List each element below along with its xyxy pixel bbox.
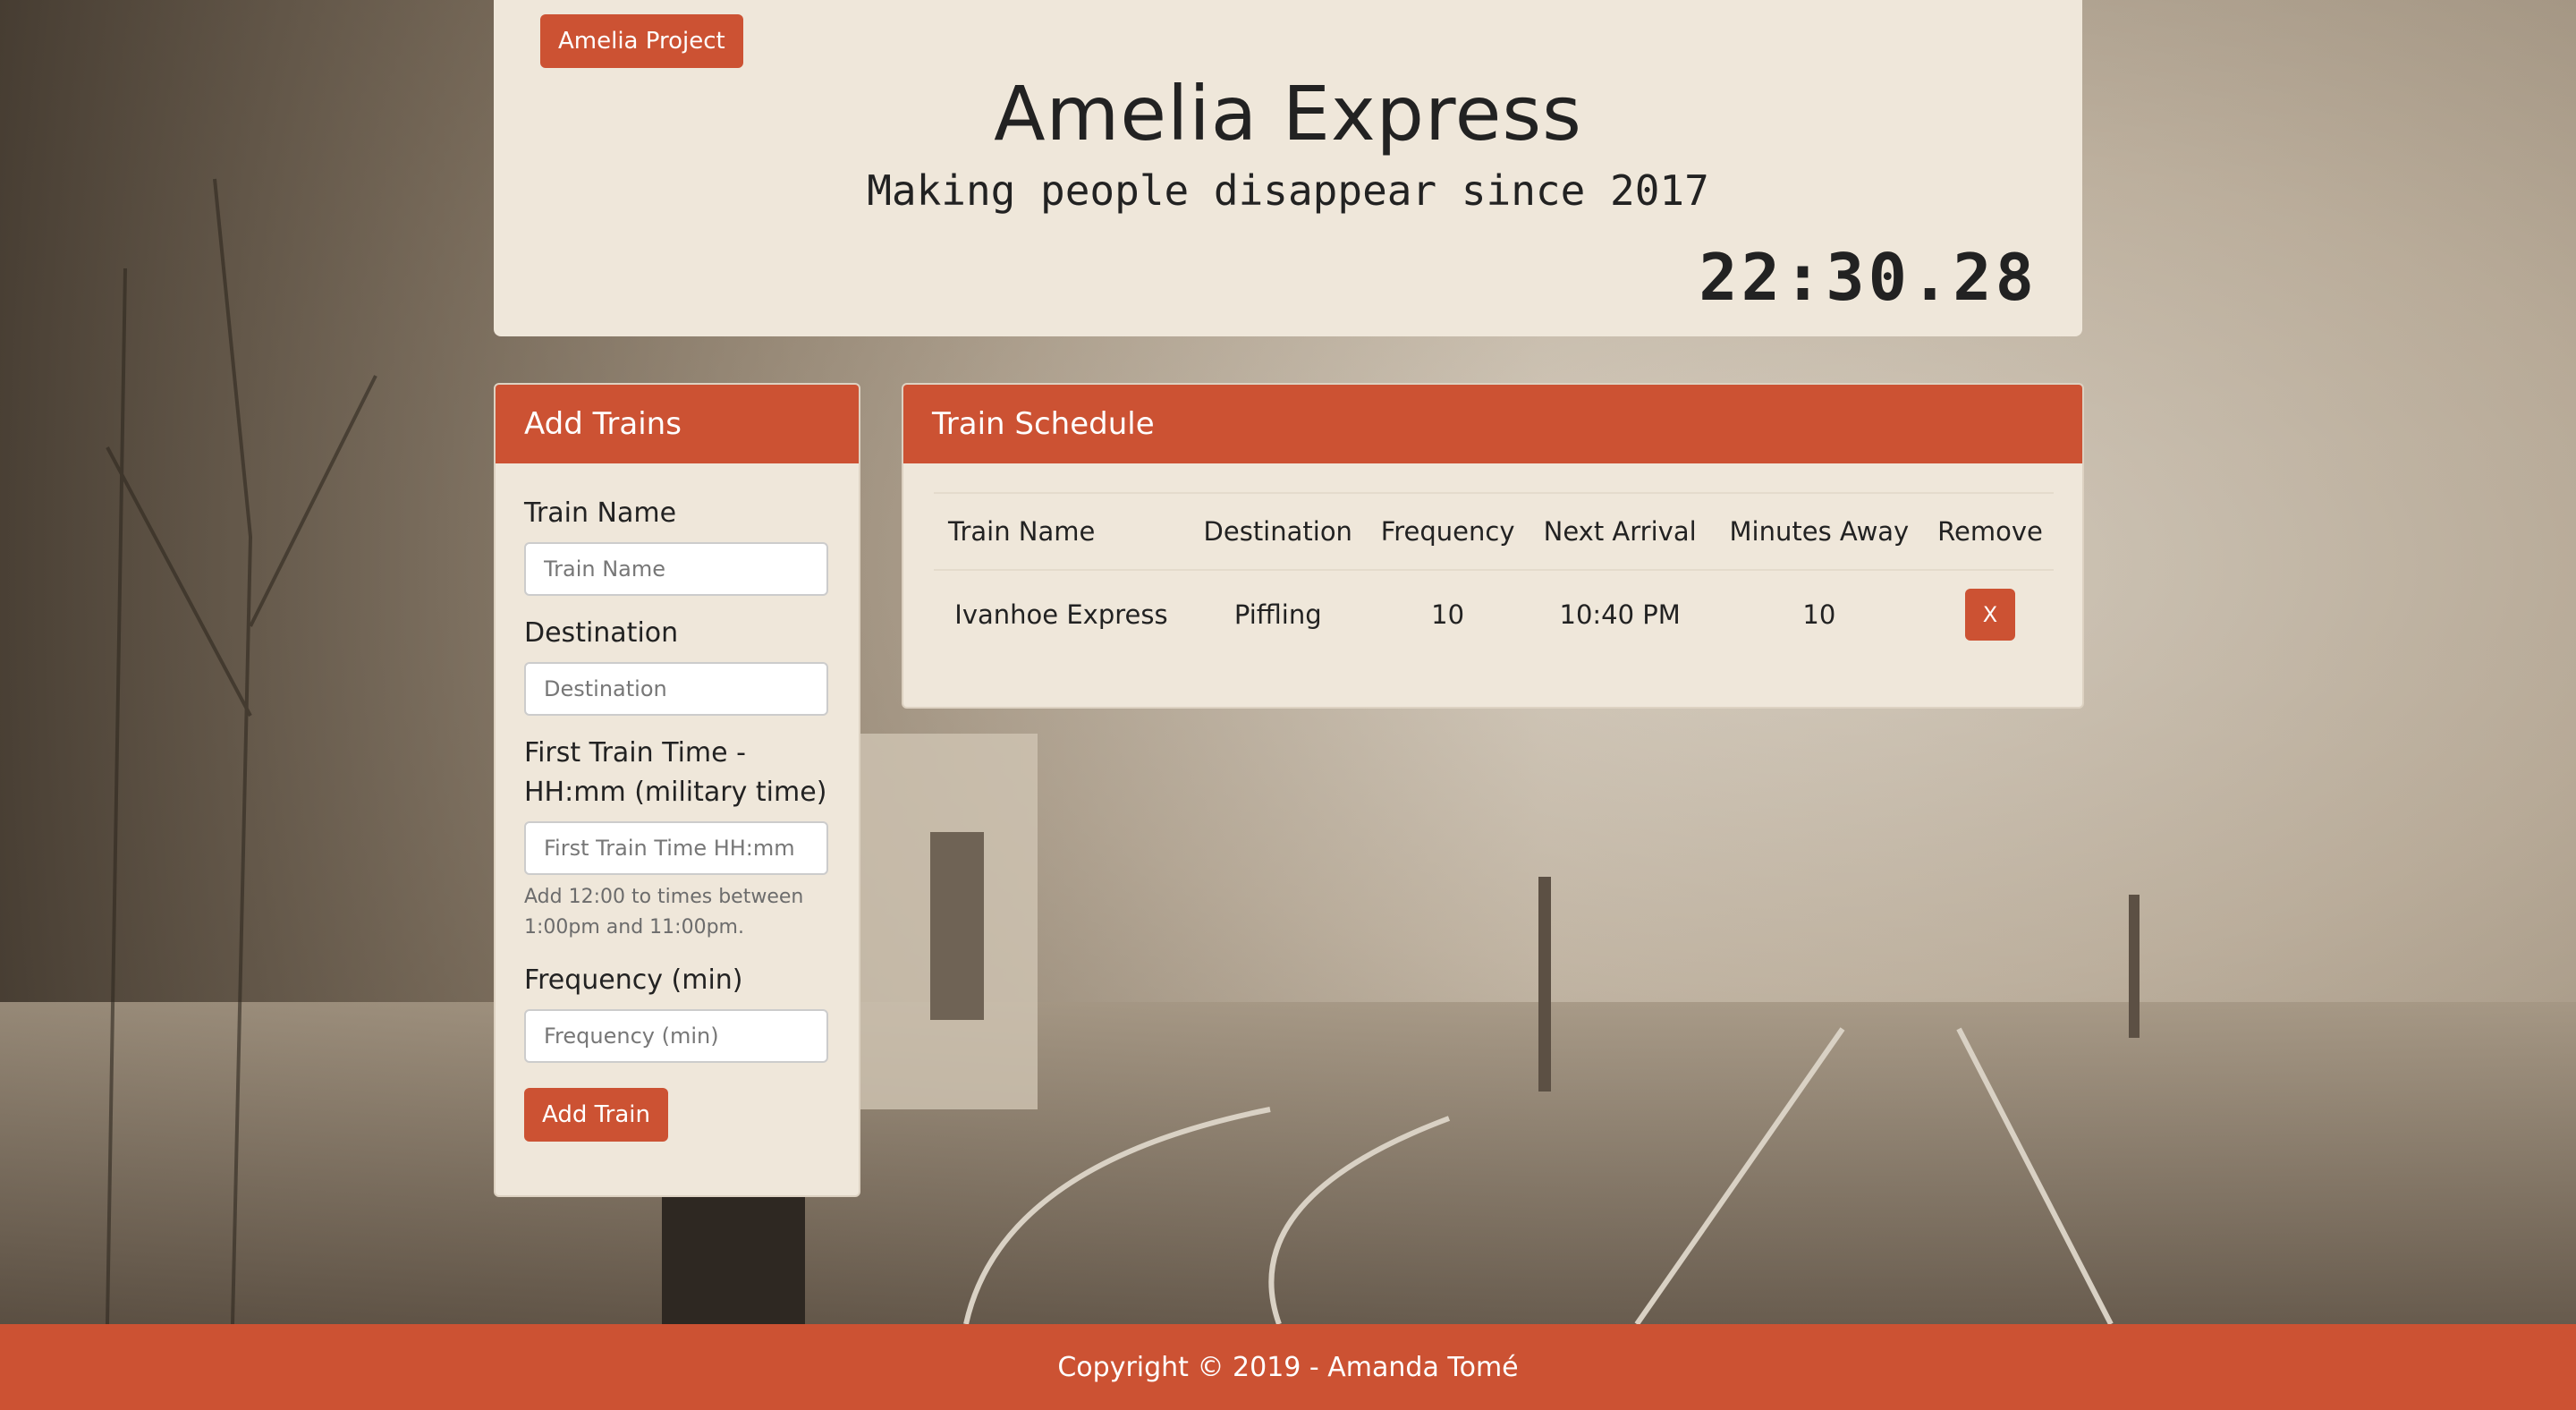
add-train-button[interactable]: Add Train [524, 1088, 668, 1142]
cell-next-arrival: 10:40 PM [1559, 599, 1681, 630]
first-train-time-hint: Add 12:00 to times between 1:00pm and 11… [524, 886, 804, 939]
add-train-form: Train Name Destination First Train Time … [496, 463, 859, 1142]
table-header-row: Train Name Destination Frequency Next Ar… [934, 492, 2054, 571]
cell-destination: Piffling [1233, 599, 1322, 630]
cell-remove: X [1927, 570, 2054, 658]
add-trains-panel: Add Trains Train Name Destination First … [494, 383, 860, 1197]
cell-minutes-away: 10 [1802, 599, 1836, 630]
column-header-remove: Remove [1927, 492, 2054, 571]
first-train-time-label: First Train Time - HH:mm (military time) [524, 737, 827, 808]
footer: Copyright © 2019 - Amanda Tomé [0, 1324, 2576, 1410]
page-title: Amelia Express [994, 70, 1582, 157]
train-schedule-heading: Train Schedule [903, 385, 2082, 463]
copyright-text: Copyright © 2019 - Amanda Tomé [1057, 1351, 1519, 1383]
destination-input[interactable] [524, 662, 828, 716]
digital-clock: 22:30.28 [1699, 240, 2038, 315]
column-header-minutes-away: Minutes Away [1711, 492, 1928, 571]
frequency-input[interactable] [524, 1009, 828, 1063]
cell-frequency: 10 [1431, 599, 1465, 630]
page-subtitle: Making people disappear since 2017 [867, 166, 1709, 215]
train-schedule-panel: Train Schedule Train Name Destination Fr… [902, 383, 2084, 709]
add-trains-heading: Add Trains [496, 385, 859, 463]
first-train-time-input[interactable] [524, 821, 828, 875]
train-name-input[interactable] [524, 542, 828, 596]
column-header-frequency: Frequency [1367, 492, 1529, 571]
column-header-destination: Destination [1188, 492, 1368, 571]
project-button[interactable]: Amelia Project [540, 14, 743, 68]
frequency-label: Frequency (min) [524, 964, 743, 996]
column-header-train-name: Train Name [934, 492, 1189, 571]
destination-label: Destination [524, 617, 679, 649]
remove-train-button[interactable]: X [1965, 589, 2016, 641]
column-header-next-arrival: Next Arrival [1528, 492, 1712, 571]
cell-train-name: Ivanhoe Express [954, 599, 1168, 630]
schedule-table: Train Name Destination Frequency Next Ar… [934, 492, 2054, 658]
table-row: Ivanhoe Express Piffling 10 10:40 PM 10 … [934, 570, 2054, 658]
train-name-label: Train Name [524, 497, 677, 529]
header-jumbotron: Amelia Project Amelia Express Making peo… [494, 0, 2082, 336]
